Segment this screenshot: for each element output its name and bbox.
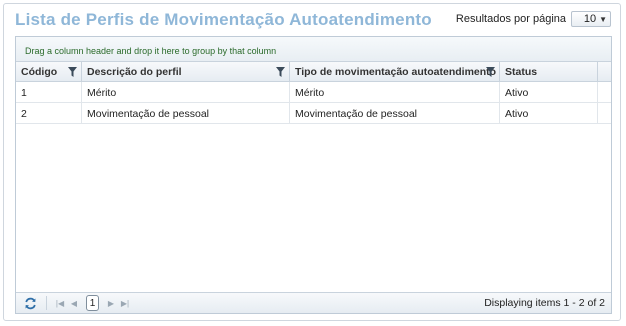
page-title: Lista de Perfis de Movimentação Autoaten… [15,10,432,29]
column-header-label: Status [505,66,538,78]
filter-icon[interactable] [68,67,77,77]
per-page-label: Resultados por página [455,13,566,25]
column-header-descricao[interactable]: Descrição do perfil [82,62,290,81]
per-page-select[interactable]: 10 ▼ [571,11,611,27]
cell-status: Ativo [500,103,598,123]
last-page-icon[interactable]: ▶| [120,296,130,310]
grid-pager: |◀ ◀ 1 ▶ ▶| Displaying items 1 - 2 of 2 [16,292,611,313]
cell-spacer [598,103,611,123]
grid-header: Código Descrição do perfil Tipo de movim… [16,62,611,82]
column-header-label: Tipo de movimentação autoatendimento [295,66,497,78]
cell-tipo: Mérito [290,82,500,102]
table-row[interactable]: 2 Movimentação de pessoal Movimentação d… [16,103,611,124]
next-page-icon[interactable]: ▶ [106,296,116,310]
cell-codigo: 2 [16,103,82,123]
filter-icon[interactable] [276,67,285,77]
column-header-label: Código [21,66,58,78]
data-grid: Drag a column header and drop it here to… [15,36,612,314]
panel: Lista de Perfis de Movimentação Autoaten… [3,3,621,321]
prev-page-icon[interactable]: ◀ [69,296,79,310]
column-header-label: Descrição do perfil [87,66,182,78]
pager-separator [46,296,47,310]
per-page-value: 10 [583,13,597,25]
cell-tipo: Movimentação de pessoal [290,103,500,123]
column-header-tipo[interactable]: Tipo de movimentação autoatendimento [290,62,500,81]
chevron-down-icon: ▼ [599,14,607,24]
column-header-spacer [598,62,611,81]
cell-status: Ativo [500,82,598,102]
column-header-codigo[interactable]: Código [16,62,82,81]
cell-descricao: Movimentação de pessoal [82,103,290,123]
filter-icon[interactable] [486,67,495,77]
refresh-icon[interactable] [23,296,37,310]
group-drop-area[interactable]: Drag a column header and drop it here to… [16,37,611,62]
current-page-button[interactable]: 1 [86,295,99,311]
pager-info: Displaying items 1 - 2 of 2 [484,297,605,309]
cell-spacer [598,82,611,102]
first-page-icon[interactable]: |◀ [55,296,65,310]
cell-codigo: 1 [16,82,82,102]
table-row[interactable]: 1 Mérito Mérito Ativo [16,82,611,103]
per-page-control: Resultados por página 10 ▼ [456,11,611,27]
column-header-status[interactable]: Status [500,62,598,81]
cell-descricao: Mérito [82,82,290,102]
